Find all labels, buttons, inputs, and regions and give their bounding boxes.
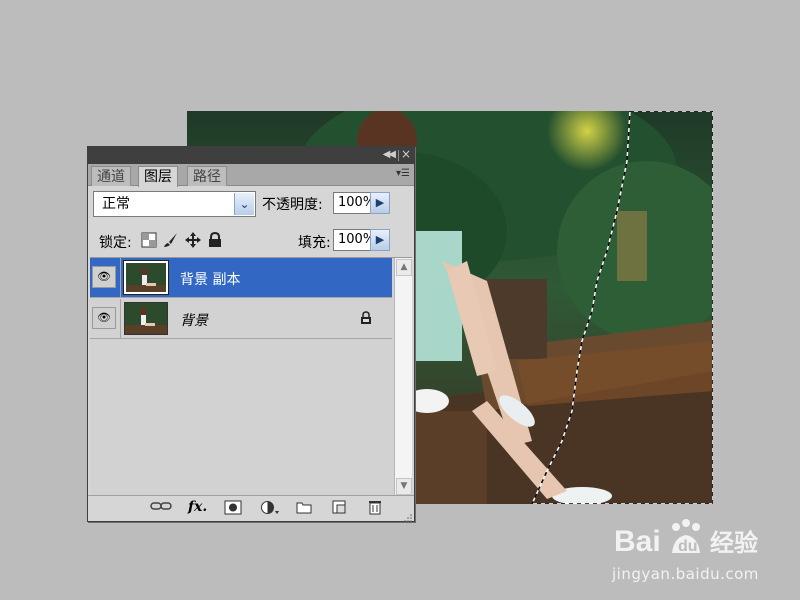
layer-row-background[interactable]: 👁 背景 (90, 299, 392, 339)
svg-text:du: du (678, 538, 698, 555)
resize-grip-icon[interactable] (404, 511, 412, 522)
panel-tabs: 通道 图层 路径 ▾☰ (88, 164, 414, 187)
watermark-url: jingyan.baidu.com (612, 565, 759, 583)
opacity-field[interactable]: 100% ▶ (333, 192, 390, 214)
adjustment-icon[interactable] (260, 500, 280, 517)
layer-thumbnail (123, 260, 169, 295)
panel-menu-icon[interactable]: ▾☰ (396, 168, 410, 179)
eye-icon[interactable]: 👁 (92, 307, 116, 329)
fill-stepper-icon[interactable]: ▶ (370, 229, 390, 251)
blend-mode-select[interactable]: 正常 ⌄ (93, 191, 256, 217)
tab-paths[interactable]: 路径 (187, 166, 227, 186)
layers-scrollbar[interactable]: ▲ ▼ (394, 258, 412, 496)
scroll-down-icon[interactable]: ▼ (396, 478, 412, 495)
chevron-down-icon[interactable]: ⌄ (234, 193, 254, 215)
lock-move-icon[interactable] (185, 232, 201, 248)
eye-icon[interactable]: 👁 (92, 266, 116, 288)
watermark: Bai du 经验 jingyan.baidu.com (612, 513, 792, 583)
panel-titlebar[interactable]: ◀◀ × (88, 147, 414, 164)
opacity-label: 不透明度: (262, 197, 323, 213)
fx-icon[interactable]: fx. (188, 499, 207, 516)
lock-all-icon[interactable] (207, 231, 223, 248)
layer-name[interactable]: 背景 (180, 310, 208, 330)
lock-row: 锁定: 填充: 100% ▶ (93, 227, 409, 253)
lock-transparent-icon[interactable] (141, 232, 157, 248)
layer-name[interactable]: 背景 副本 (180, 269, 240, 289)
blend-row: 正常 ⌄ 不透明度: 100% ▶ (93, 191, 409, 219)
fill-label: 填充: (298, 235, 331, 251)
layers-panel: ◀◀ × 通道 图层 路径 ▾☰ 正常 ⌄ 不透明度: 100% ▶ 锁定: 填… (87, 146, 415, 522)
baidu-logo: Bai du 经验 (614, 519, 758, 558)
opacity-stepper-icon[interactable]: ▶ (370, 192, 390, 214)
layer-thumbnail (124, 302, 168, 335)
svg-text:Bai: Bai (614, 525, 661, 558)
lock-label: 锁定: (99, 235, 132, 251)
link-icon[interactable] (150, 500, 172, 517)
fill-field[interactable]: 100% ▶ (333, 229, 390, 251)
new-layer-icon[interactable] (332, 500, 346, 517)
scroll-up-icon[interactable]: ▲ (396, 259, 412, 276)
layer-row-background-copy[interactable]: 👁 背景 副本 (90, 258, 392, 298)
panel-bottom-bar: fx. (88, 495, 414, 522)
tab-layers[interactable]: 图层 (138, 166, 178, 187)
layer-divider (120, 258, 121, 298)
folder-icon[interactable] (296, 500, 312, 517)
tab-channels[interactable]: 通道 (91, 166, 131, 186)
layers-list: 👁 背景 副本 👁 背景 ▲ ▼ (90, 257, 412, 496)
blend-mode-value: 正常 (102, 196, 130, 212)
svg-text:经验: 经验 (710, 529, 758, 557)
close-icon[interactable]: × (401, 147, 411, 161)
layer-lock-icon (360, 311, 372, 328)
layer-divider (120, 299, 121, 339)
titlebar-separator (398, 150, 399, 161)
trash-icon[interactable] (368, 500, 382, 517)
lock-brush-icon[interactable] (163, 232, 179, 248)
collapse-icon[interactable]: ◀◀ (383, 149, 396, 160)
mask-icon[interactable] (224, 500, 242, 517)
